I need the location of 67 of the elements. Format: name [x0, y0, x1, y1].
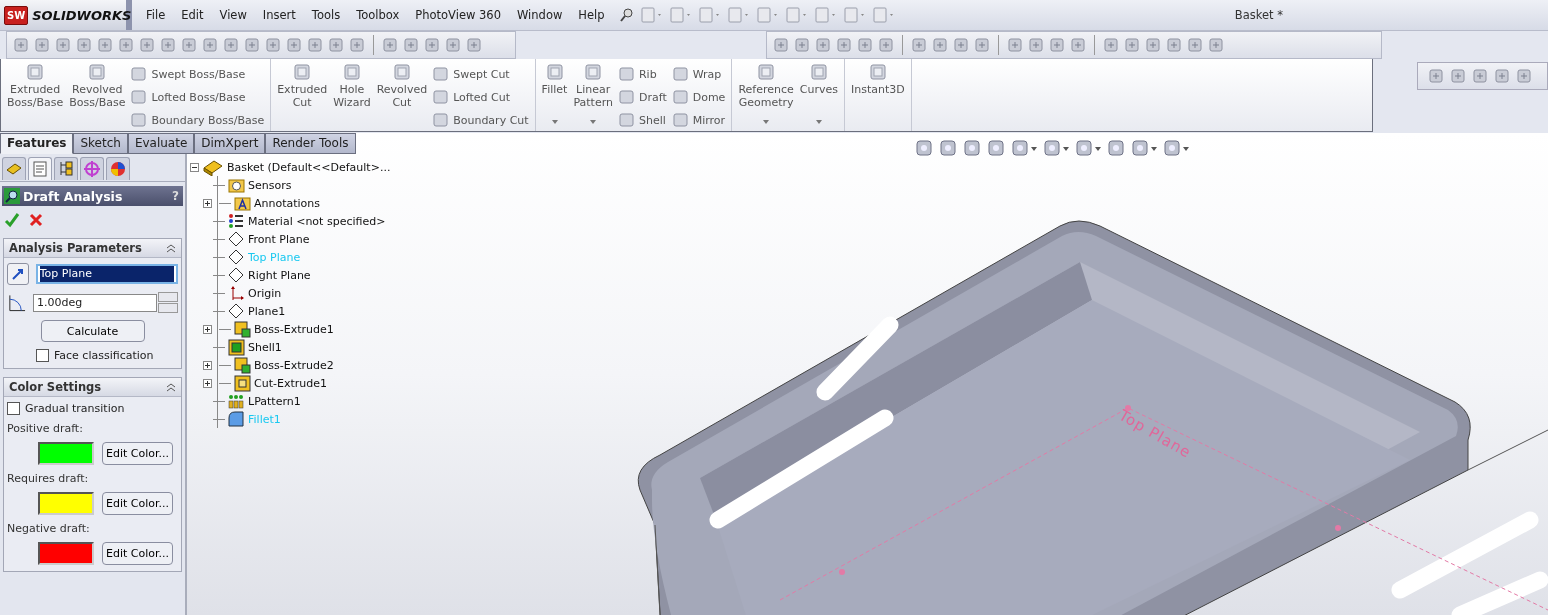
tab[interactable]: Render Tools: [265, 133, 356, 154]
ribbon-button[interactable]: Draft: [618, 88, 667, 106]
tree-item[interactable]: Cut-Extrude1: [254, 376, 327, 390]
tree-item[interactable]: Annotations: [254, 196, 321, 210]
section-title: Analysis Parameters: [9, 241, 142, 255]
tab[interactable]: DimXpert: [194, 133, 266, 154]
menu-item[interactable]: File: [138, 0, 174, 30]
checkbox[interactable]: Face classification: [36, 349, 178, 362]
ribbon-button[interactable]: Swept Boss/Base: [131, 65, 265, 83]
help-button[interactable]: ?: [172, 189, 179, 203]
tree-item[interactable]: Front Plane: [248, 232, 310, 246]
panel-title: Draft Analysis: [23, 188, 123, 204]
tree-item[interactable]: Right Plane: [248, 268, 311, 282]
edit-color-button[interactable]: Edit Color...: [102, 442, 173, 465]
ribbon-button[interactable]: Lofted Cut: [433, 88, 529, 106]
edit-color-button[interactable]: Edit Color...: [102, 492, 173, 515]
menu-item[interactable]: PhotoView 360: [407, 0, 509, 30]
ribbon-button[interactable]: Linear Pattern: [573, 62, 613, 131]
color-label: Negative draft:: [7, 522, 91, 535]
tree-item[interactable]: Boss-Extrude1: [254, 322, 334, 336]
tree-item[interactable]: Basket (Default<<Default>...: [190, 158, 391, 176]
tree-item[interactable]: LPattern1: [248, 394, 301, 408]
ribbon-button[interactable]: Shell: [618, 111, 667, 129]
tree-item[interactable]: Origin: [248, 286, 282, 300]
tab[interactable]: Evaluate: [127, 133, 195, 154]
ribbon-button[interactable]: Boundary Boss/Base: [131, 111, 265, 129]
angle-field[interactable]: 1.00deg: [33, 293, 157, 312]
menu-item[interactable]: Tools: [303, 0, 349, 30]
calculate-button[interactable]: Calculate: [40, 320, 145, 342]
ribbon-button[interactable]: Lofted Boss/Base: [131, 88, 265, 106]
tree-item[interactable]: Shell1: [248, 340, 282, 354]
ribbon-button[interactable]: Dome: [672, 88, 726, 106]
tab[interactable]: Sketch: [73, 133, 128, 154]
tree-item[interactable]: Sensors: [248, 178, 292, 192]
ribbon-button[interactable]: Revolved Cut: [376, 62, 428, 131]
section-title: Color Settings: [9, 380, 102, 394]
tree-item[interactable]: Boss-Extrude2: [254, 358, 334, 372]
menu-item[interactable]: Edit: [173, 0, 212, 30]
menu-item[interactable]: View: [211, 0, 255, 30]
menu-item[interactable]: Help: [570, 0, 613, 30]
ribbon-button[interactable]: Swept Cut: [433, 65, 529, 83]
ribbon-button[interactable]: Revolved Boss/Base: [69, 62, 126, 131]
tree-item[interactable]: Material <not specified>: [248, 214, 386, 228]
document-title: Basket *: [1234, 8, 1283, 22]
ribbon-button[interactable]: Rib: [618, 65, 667, 83]
ribbon-button[interactable]: Extruded Cut: [277, 62, 328, 131]
ribbon-button[interactable]: Boundary Cut: [433, 111, 529, 129]
ribbon-button[interactable]: Extruded Boss/Base: [7, 62, 64, 131]
ribbon-button[interactable]: Instant3D: [851, 62, 905, 131]
color-label: Positive draft:: [7, 422, 84, 435]
tree-item[interactable]: Plane1: [248, 304, 286, 318]
tab[interactable]: Features: [0, 133, 74, 154]
menu-item[interactable]: Insert: [254, 0, 304, 30]
menu-item[interactable]: Window: [509, 0, 571, 30]
ribbon-button[interactable]: Fillet: [541, 62, 568, 131]
ribbon-button[interactable]: Mirror: [672, 111, 726, 129]
direction-field[interactable]: Top Plane: [35, 264, 178, 284]
color-label: Requires draft:: [7, 472, 90, 485]
ribbon-button[interactable]: Hole Wizard: [333, 62, 371, 131]
logo-badge: SW: [4, 5, 29, 25]
checkbox[interactable]: Gradual transition: [7, 402, 178, 415]
ribbon-button[interactable]: Curves: [799, 62, 838, 131]
edit-color-button[interactable]: Edit Color...: [102, 542, 173, 565]
logo-text: SOLIDWORKS: [32, 7, 132, 23]
ribbon-button[interactable]: Wrap: [672, 65, 726, 83]
ribbon-button[interactable]: Reference Geometry: [738, 62, 794, 131]
menu-item[interactable]: Toolbox: [348, 0, 408, 30]
